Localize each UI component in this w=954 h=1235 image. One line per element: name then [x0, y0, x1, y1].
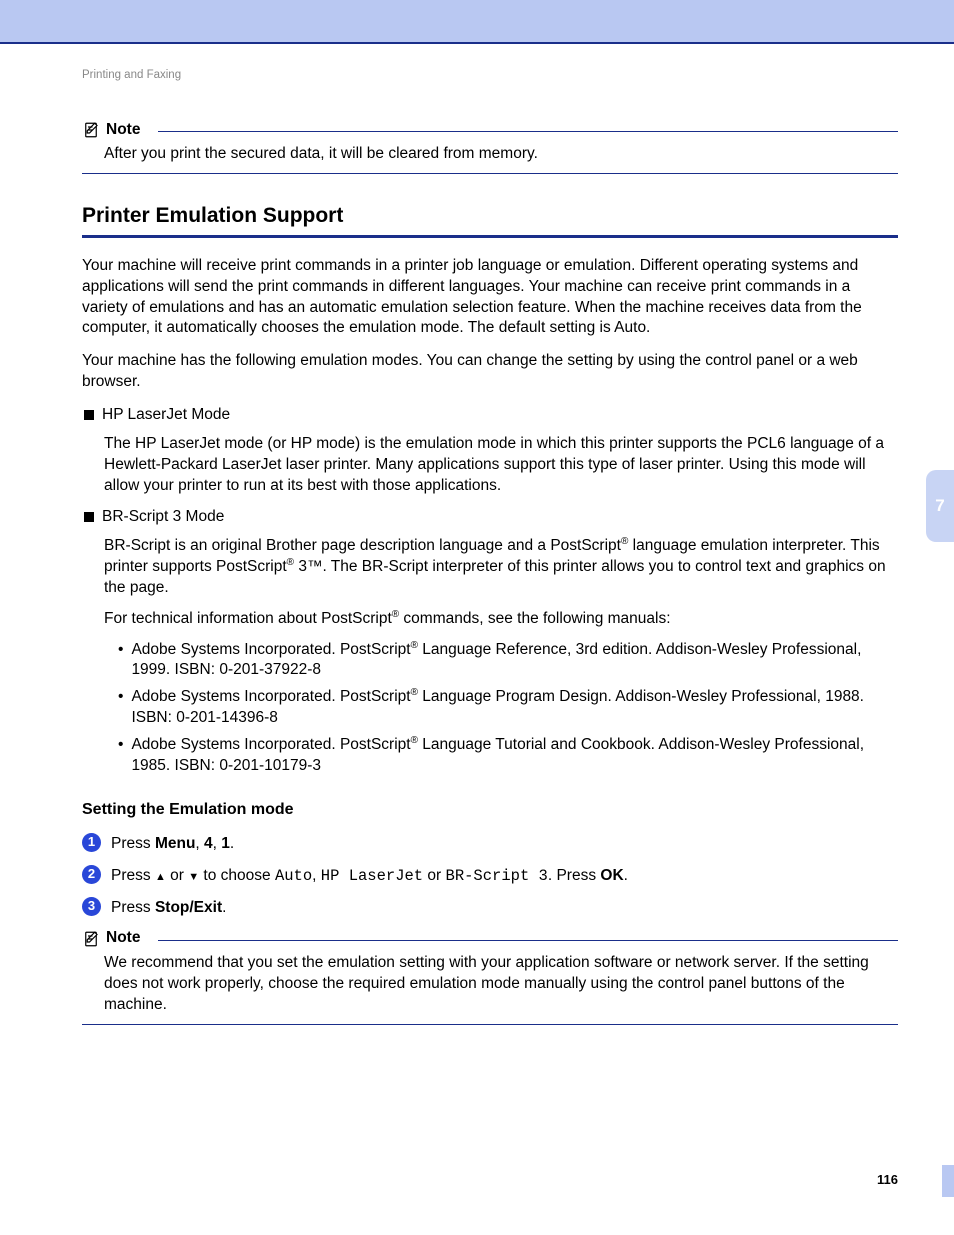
bullet-text: BR-Script 3 Mode [102, 507, 898, 528]
page-number: 116 [877, 1171, 898, 1189]
step-3: 3 Press Stop/Exit. [82, 897, 898, 919]
reference-3: • Adobe Systems Incorporated. PostScript… [118, 735, 898, 777]
step-number-icon: 3 [82, 897, 101, 916]
section-title: Printer Emulation Support [82, 202, 898, 230]
chapter-tab: 7 [926, 470, 954, 542]
reference-2: • Adobe Systems Incorporated. PostScript… [118, 687, 898, 729]
note-body: After you print the secured data, it wil… [82, 140, 898, 174]
note-label: Note [106, 120, 152, 141]
bullet-hp-mode: HP LaserJet Mode [82, 405, 898, 426]
setting-heading: Setting the Emulation mode [82, 799, 898, 821]
bullet-dot-icon: • [118, 687, 123, 729]
note-body: We recommend that you set the emulation … [82, 949, 898, 1025]
paragraph-2: Your machine has the following emulation… [82, 351, 898, 393]
brscript-desc: BR-Script is an original Brother page de… [104, 536, 898, 599]
reference-1: • Adobe Systems Incorporated. PostScript… [118, 640, 898, 682]
hp-mode-desc: The HP LaserJet mode (or HP mode) is the… [104, 434, 898, 497]
breadcrumb: Printing and Faxing [82, 68, 898, 84]
brscript-tech: For technical information about PostScri… [104, 609, 898, 630]
bullet-brscript-mode: BR-Script 3 Mode [82, 507, 898, 528]
note-rule [158, 940, 898, 941]
square-bullet-icon [84, 512, 94, 522]
note-box-1: Note After you print the secured data, i… [82, 120, 898, 175]
bullet-dot-icon: • [118, 640, 123, 682]
page-content: Printing and Faxing Note After you print… [0, 68, 954, 1025]
note-box-2: Note We recommend that you set the emula… [82, 928, 898, 1025]
footer-tab [942, 1165, 954, 1197]
bullet-dot-icon: • [118, 735, 123, 777]
up-arrow-icon: ▲ [155, 871, 166, 883]
section-rule [82, 235, 898, 238]
step-number-icon: 1 [82, 833, 101, 852]
note-icon [82, 930, 100, 948]
note-rule [158, 131, 898, 132]
note-icon [82, 121, 100, 139]
square-bullet-icon [84, 410, 94, 420]
bullet-text: HP LaserJet Mode [102, 405, 898, 426]
step-1: 1 Press Menu, 4, 1. [82, 833, 898, 855]
note-label: Note [106, 928, 152, 949]
paragraph-1: Your machine will receive print commands… [82, 256, 898, 340]
step-number-icon: 2 [82, 865, 101, 884]
step-2: 2 Press ▲ or ▼ to choose Auto, HP LaserJ… [82, 865, 898, 887]
top-banner [0, 0, 954, 44]
down-arrow-icon: ▼ [188, 871, 199, 883]
